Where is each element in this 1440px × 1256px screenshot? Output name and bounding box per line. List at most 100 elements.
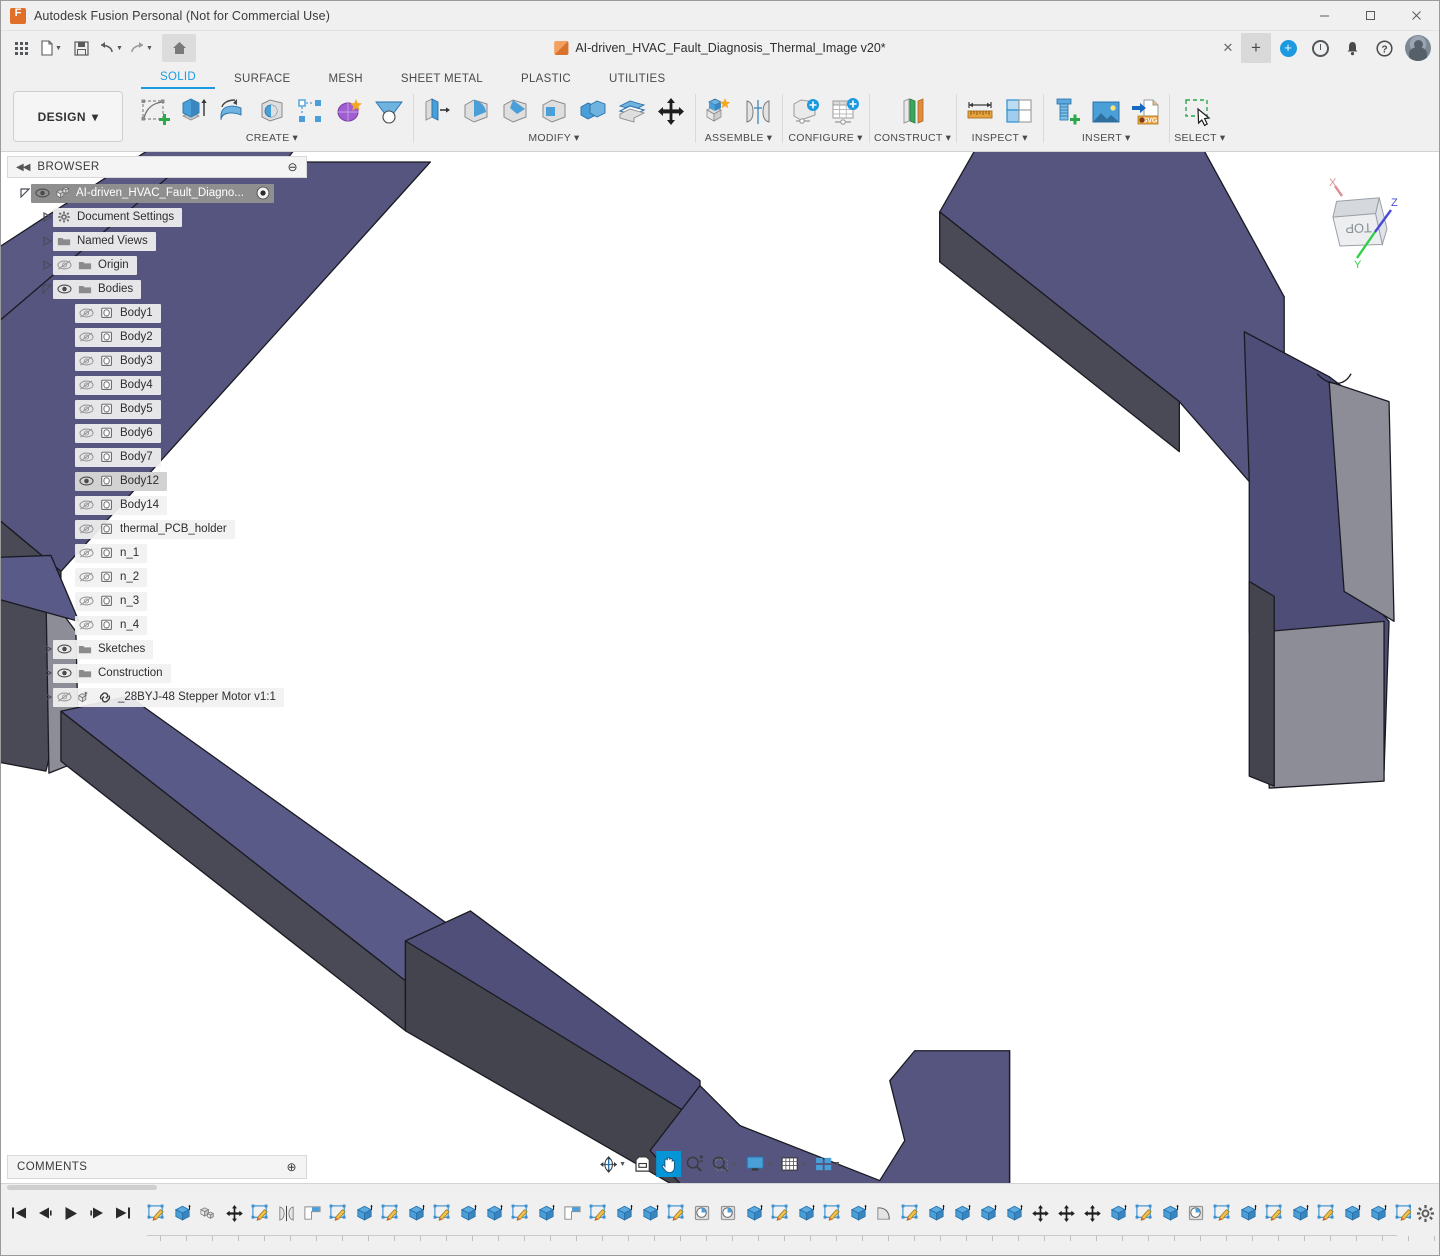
redo-button[interactable]: ▼: [127, 35, 155, 61]
browser-tree-row[interactable]: Body2: [7, 325, 307, 349]
sketch-icon[interactable]: [1395, 1204, 1412, 1223]
comments-panel[interactable]: COMMENTS ⊕: [7, 1155, 307, 1179]
extrude-icon[interactable]: [953, 1204, 972, 1223]
timeline-feature-sketch[interactable]: [1209, 1198, 1235, 1228]
timeline-feature-sheet-metal-flange[interactable]: [299, 1198, 325, 1228]
browser-tree-row[interactable]: Body14: [7, 493, 307, 517]
twisty-expanded-icon[interactable]: [20, 188, 30, 198]
notifications-icon[interactable]: [1337, 33, 1367, 63]
timeline-feature-joint[interactable]: [273, 1198, 299, 1228]
timeline-feature-extrude[interactable]: [975, 1198, 1001, 1228]
extrude-icon[interactable]: [1369, 1204, 1388, 1223]
browser-tree-row[interactable]: n_1: [7, 541, 307, 565]
step-back-icon[interactable]: [37, 1205, 53, 1221]
component-icon[interactable]: [199, 1204, 218, 1223]
look-at-icon[interactable]: [630, 1151, 655, 1177]
timeline-feature-extrude[interactable]: [1339, 1198, 1365, 1228]
timeline-feature-sketch[interactable]: [819, 1198, 845, 1228]
timeline-feature-fillet[interactable]: [871, 1198, 897, 1228]
extrude-icon[interactable]: [927, 1204, 946, 1223]
close-document-tab-button[interactable]: ✕: [1217, 33, 1239, 63]
revolve-icon[interactable]: [214, 92, 252, 132]
insert-canvas-icon[interactable]: [1087, 92, 1125, 132]
add-comment-icon[interactable]: ⊕: [287, 1160, 297, 1174]
browser-item-body14[interactable]: Body14: [75, 495, 168, 515]
timeline-feature-sketch[interactable]: [507, 1198, 533, 1228]
sketch-icon[interactable]: [511, 1204, 530, 1223]
browser-tree-row[interactable]: Body4: [7, 373, 307, 397]
timeline-feature-extrude[interactable]: [793, 1198, 819, 1228]
extrude-icon[interactable]: [1005, 1204, 1024, 1223]
timeline-feature-sketch[interactable]: [585, 1198, 611, 1228]
minimize-button[interactable]: [1301, 1, 1347, 31]
browser-item-n-2[interactable]: n_2: [75, 567, 148, 587]
timeline-feature-extrude[interactable]: [1365, 1198, 1391, 1228]
fillet-icon[interactable]: [875, 1204, 894, 1223]
timeline-feature-component[interactable]: [195, 1198, 221, 1228]
move-icon[interactable]: [1031, 1204, 1050, 1223]
browser-tree-row[interactable]: thermal_PCB_holder: [7, 517, 307, 541]
extrude-icon[interactable]: [485, 1204, 504, 1223]
combine-icon[interactable]: [574, 92, 612, 132]
tab-solid[interactable]: SOLID: [141, 71, 216, 89]
joint-icon[interactable]: [277, 1204, 296, 1223]
extrude-icon[interactable]: [1161, 1204, 1180, 1223]
expand-arrow-right-icon[interactable]: [41, 643, 53, 655]
sketch-icon[interactable]: [667, 1204, 686, 1223]
timeline-feature-extrude[interactable]: [611, 1198, 637, 1228]
timeline-feature-sketch[interactable]: [429, 1198, 455, 1228]
form-icon[interactable]: [331, 92, 369, 132]
timeline-feature-revolve[interactable]: [1183, 1198, 1209, 1228]
timeline-feature-sketch[interactable]: [377, 1198, 403, 1228]
timeline-feature-sketch[interactable]: [143, 1198, 169, 1228]
timeline-feature-sketch[interactable]: [325, 1198, 351, 1228]
extrude-icon[interactable]: [175, 92, 213, 132]
new-document-tab-button[interactable]: +: [1241, 33, 1271, 63]
shell-icon[interactable]: [535, 92, 573, 132]
timeline-feature-list[interactable]: [143, 1198, 1412, 1228]
timeline-feature-extrude[interactable]: [455, 1198, 481, 1228]
timeline-feature-extrude[interactable]: [169, 1198, 195, 1228]
visibility-off-icon[interactable]: [79, 331, 94, 343]
timeline-feature-extrude[interactable]: [923, 1198, 949, 1228]
tab-surface[interactable]: SURFACE: [215, 73, 309, 89]
extrude-icon[interactable]: [459, 1204, 478, 1223]
browser-item-body12[interactable]: Body12: [75, 471, 168, 491]
display-settings-icon[interactable]: ▼: [742, 1151, 776, 1177]
visibility-on-icon[interactable]: [57, 643, 72, 655]
timeline-scrollbar[interactable]: [1, 1184, 1439, 1191]
view-cube[interactable]: TOP Y Z X: [1307, 170, 1415, 272]
offset-plane-icon[interactable]: [894, 92, 932, 132]
revolve-icon[interactable]: [693, 1204, 712, 1223]
timeline-feature-extrude[interactable]: [845, 1198, 871, 1228]
workspace-switcher-button[interactable]: DESIGN ▾: [13, 91, 123, 142]
visibility-off-icon[interactable]: [57, 259, 72, 271]
browser-item-bodies[interactable]: Bodies: [53, 279, 142, 299]
document-tab[interactable]: AI-driven_HVAC_Fault_Diagnosis_Thermal_I…: [542, 33, 897, 63]
viewports-icon[interactable]: ▼: [811, 1151, 844, 1177]
visibility-off-icon[interactable]: [79, 427, 94, 439]
sketch-icon[interactable]: [1317, 1204, 1336, 1223]
sketch-icon[interactable]: [381, 1204, 400, 1223]
extrude-icon[interactable]: [173, 1204, 192, 1223]
timeline-feature-extrude[interactable]: [481, 1198, 507, 1228]
extrude-icon[interactable]: [1291, 1204, 1310, 1223]
minimize-panel-icon[interactable]: ⊖: [288, 160, 298, 174]
browser-tree-row[interactable]: Construction: [7, 661, 307, 685]
move-copy-icon[interactable]: [652, 92, 690, 132]
account-avatar[interactable]: [1405, 35, 1431, 61]
extrude-icon[interactable]: [407, 1204, 426, 1223]
visibility-off-icon[interactable]: [79, 523, 94, 535]
twisty-collapsed-icon[interactable]: [42, 692, 52, 702]
timeline-feature-extrude[interactable]: [1157, 1198, 1183, 1228]
timeline-feature-sketch[interactable]: [767, 1198, 793, 1228]
sketch-icon[interactable]: [823, 1204, 842, 1223]
save-button[interactable]: [67, 35, 95, 61]
browser-tree-row[interactable]: Body1: [7, 301, 307, 325]
browser-tree-row[interactable]: n_2: [7, 565, 307, 589]
timeline-feature-extrude[interactable]: [1105, 1198, 1131, 1228]
configure-table-icon[interactable]: [826, 92, 864, 132]
visibility-on-icon[interactable]: [57, 667, 72, 679]
close-button[interactable]: [1393, 1, 1439, 31]
go-to-end-icon[interactable]: [115, 1205, 131, 1221]
